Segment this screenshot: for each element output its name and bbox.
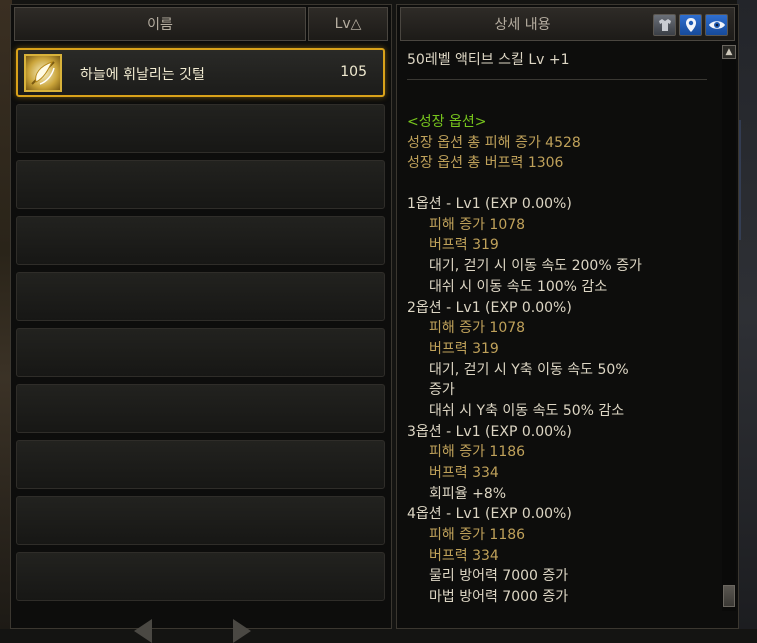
option1-damage: 피해 증가 1078 bbox=[429, 216, 526, 233]
option4-effect: 물리 방어력 7000 증가 bbox=[429, 568, 569, 585]
option4-header: 4옵션 - Lv1 (EXP 0.00%) bbox=[407, 506, 572, 523]
empty-slot[interactable] bbox=[16, 328, 385, 377]
empty-slot[interactable] bbox=[16, 552, 385, 601]
option2-damage: 피해 증가 1078 bbox=[429, 320, 526, 337]
option4-buff: 버프력 334 bbox=[429, 547, 499, 564]
option2-effect: 대기, 걷기 시 Y축 이동 속도 50% bbox=[429, 361, 629, 378]
detail-title: 상세 내용 bbox=[494, 17, 551, 33]
detail-scrollbar[interactable]: ▲ bbox=[722, 45, 736, 611]
empty-slot[interactable] bbox=[16, 160, 385, 209]
lv-column-label: Lv△ bbox=[334, 16, 362, 32]
growth-total-damage: 성장 옵션 총 피해 증가 4528 bbox=[407, 134, 581, 151]
eye-icon[interactable] bbox=[705, 14, 728, 36]
item-level: 105 bbox=[340, 64, 367, 80]
option4-effect: 마법 방어력 7000 증가 bbox=[429, 589, 569, 606]
appearance-icon[interactable] bbox=[653, 14, 676, 36]
option3-effect: 회피율 +8% bbox=[429, 485, 507, 502]
item-name: 하늘에 휘날리는 깃털 bbox=[80, 67, 205, 83]
empty-slot[interactable] bbox=[16, 440, 385, 489]
option2-effect: 대쉬 시 Y축 이동 속도 50% 감소 bbox=[429, 402, 625, 419]
location-icon[interactable] bbox=[679, 14, 702, 36]
detail-content: 50레벨 액티브 스킬 Lv +1 <성장 옵션> 성장 옵션 총 피해 증가 … bbox=[407, 49, 717, 608]
option1-buff: 버프력 319 bbox=[429, 237, 499, 254]
growth-total-buff: 성장 옵션 총 버프력 1306 bbox=[407, 155, 564, 172]
option2-effect-cont: 증가 bbox=[429, 382, 455, 399]
option2-buff: 버프력 319 bbox=[429, 340, 499, 357]
name-column-label: 이름 bbox=[147, 17, 173, 33]
option3-damage: 피해 증가 1186 bbox=[429, 444, 526, 461]
detail-subtitle: 50레벨 액티브 스킬 Lv +1 bbox=[407, 52, 570, 68]
header-icon-group bbox=[653, 14, 728, 36]
option2-header: 2옵션 - Lv1 (EXP 0.00%) bbox=[407, 299, 572, 316]
next-page-arrow-icon[interactable] bbox=[233, 619, 251, 643]
empty-slot[interactable] bbox=[16, 272, 385, 321]
item-list-panel: 이름 Lv△ 하늘에 휘날리는 깃털 105 bbox=[10, 4, 392, 643]
feather-icon bbox=[24, 54, 62, 92]
growth-option-header: <성장 옵션> bbox=[407, 114, 487, 130]
empty-slot[interactable] bbox=[16, 384, 385, 433]
detail-header: 상세 내용 bbox=[400, 7, 735, 41]
option4-damage: 피해 증가 1186 bbox=[429, 527, 526, 544]
scroll-thumb[interactable] bbox=[723, 585, 735, 607]
option1-effect: 대기, 걷기 시 이동 속도 200% 증가 bbox=[429, 258, 642, 275]
prev-page-arrow-icon[interactable] bbox=[134, 619, 152, 643]
option3-buff: 버프력 334 bbox=[429, 465, 499, 481]
option3-header: 3옵션 - Lv1 (EXP 0.00%) bbox=[407, 423, 572, 440]
list-item[interactable]: 하늘에 휘날리는 깃털 105 bbox=[16, 48, 385, 97]
option1-header: 1옵션 - Lv1 (EXP 0.00%) bbox=[407, 196, 572, 213]
empty-slot[interactable] bbox=[16, 104, 385, 153]
empty-slot[interactable] bbox=[16, 216, 385, 265]
background-scene-right bbox=[737, 0, 757, 629]
divider bbox=[407, 79, 707, 80]
lv-sort-header[interactable]: Lv△ bbox=[308, 7, 388, 41]
option1-effect: 대쉬 시 이동 속도 100% 감소 bbox=[429, 278, 608, 295]
detail-panel: 상세 내용 50레벨 액티브 스킬 Lv +1 <성장 옵션> 성장 옵션 총 … bbox=[396, 4, 739, 629]
name-column-header[interactable]: 이름 bbox=[14, 7, 306, 41]
empty-slot[interactable] bbox=[16, 496, 385, 545]
scroll-up-icon[interactable]: ▲ bbox=[722, 45, 736, 59]
